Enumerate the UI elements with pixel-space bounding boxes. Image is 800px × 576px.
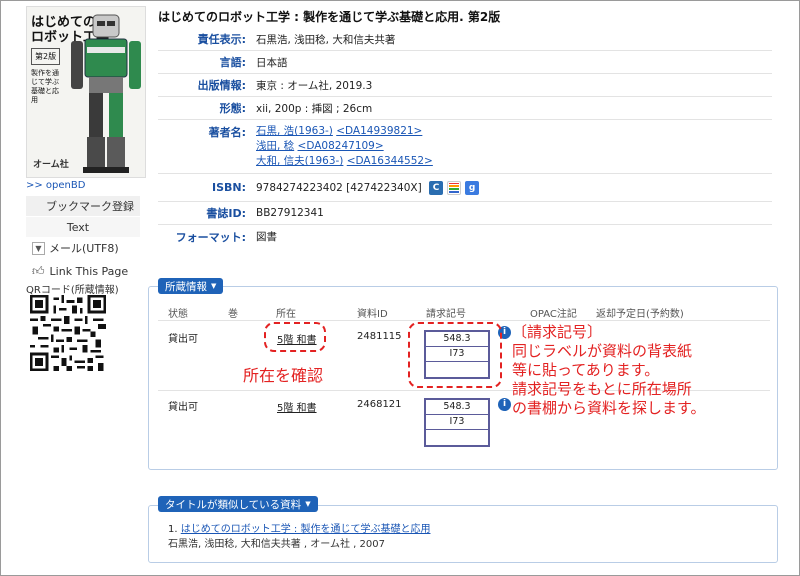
author-id-link[interactable]: <DA08247109>: [298, 140, 384, 152]
author-item: 浅田, 稔 <DA08247109>: [256, 139, 772, 154]
column-header: OPAC注記: [530, 309, 577, 320]
text-button[interactable]: Text: [26, 217, 140, 237]
author-item: 石黒, 浩(1963-) <DA14939821>: [256, 124, 772, 139]
bib-detail-table: 責任表示: 石黒浩, 浅田稔, 大和信夫共著 言語: 日本語 出版情報: 東京 …: [158, 28, 772, 248]
item-id-cell: 2468121: [357, 399, 402, 410]
author-item: 大和, 信夫(1963-) <DA16344552>: [256, 154, 772, 169]
page-title: はじめてのロボット工学 : 製作を通じて学ぶ基礎と応用. 第2版: [158, 10, 501, 24]
detail-label: 責任表示:: [197, 33, 246, 46]
call-number-note: 〔請求記号〕 同じラベルが資料の背表紙 等に貼ってあります。 請求記号をもとに所…: [512, 323, 706, 418]
location-link[interactable]: 5階 和書: [277, 399, 317, 414]
author-list: 石黒, 浩(1963-) <DA14939821> 浅田, 稔 <DA08247…: [250, 124, 772, 169]
note-line: 請求記号をもとに所在場所: [512, 380, 692, 398]
detail-row-isbn: ISBN: 9784274223402 [427422340X] C g: [158, 174, 772, 202]
calil-icon[interactable]: [447, 180, 462, 195]
similar-tab-label: タイトルが類似している資料: [165, 498, 302, 511]
detail-row-responsibility: 責任表示: 石黒浩, 浅田稔, 大和信夫共著: [158, 28, 772, 51]
author-id-link[interactable]: <DA16344552>: [347, 155, 433, 167]
cover-edition: 第2版: [31, 48, 61, 65]
holdings-tab[interactable]: 所蔵情報 ▼: [158, 278, 224, 294]
call-number-line: 548.3: [426, 400, 488, 415]
column-header: 資料ID: [357, 309, 388, 320]
detail-value: 石黒浩, 浅田稔, 大和信夫共著: [256, 33, 396, 46]
thumbs-up-icon: 👍︎: [32, 263, 45, 278]
text-label: Text: [66, 220, 90, 234]
detail-row-publication: 出版情報: 東京 : オーム社, 2019.3: [158, 74, 772, 97]
detail-label: 出版情報:: [197, 79, 246, 92]
bookmark-button[interactable]: ブックマーク登録: [26, 196, 140, 216]
call-number-line: [426, 430, 488, 445]
cover-publisher: オーム社: [33, 160, 69, 170]
detail-value: xii, 200p : 挿図 ; 26cm: [256, 102, 373, 115]
detail-value: 東京 : オーム社, 2019.3: [256, 79, 373, 92]
note-line: の書棚から資料を探します。: [512, 399, 706, 417]
chevron-down-icon: ▼: [305, 500, 311, 508]
item-id-cell: 2481115: [357, 331, 402, 342]
author-id-link[interactable]: <DA14939821>: [336, 125, 422, 137]
book-cover-image[interactable]: はじめての ロボット工学 第2版 製作を通じて学ぶ基礎と応用 オーム社: [26, 6, 146, 178]
column-header: 状態: [168, 309, 188, 320]
column-header: 所在: [276, 309, 296, 320]
mail-button[interactable]: ▼ メール(UTF8): [26, 238, 140, 258]
author-name-link[interactable]: 石黒, 浩(1963-): [256, 125, 333, 137]
isbn-value-cell: 9784274223402 [427422340X] C g: [250, 180, 772, 195]
holdings-tab-label: 所蔵情報: [165, 280, 207, 293]
location-note: 所在を確認: [243, 366, 324, 385]
google-books-icon[interactable]: g: [465, 180, 480, 195]
call-number-label: 548.3 I73: [424, 398, 490, 447]
note-line: 〔請求記号〕: [512, 323, 603, 341]
call-number-line: I73: [426, 415, 488, 430]
detail-label: ISBN:: [211, 181, 246, 194]
detail-label: 言語:: [219, 56, 246, 69]
bookmark-label: ブックマーク登録: [46, 200, 134, 213]
info-icon[interactable]: i: [498, 398, 511, 411]
detail-value: 日本語: [256, 56, 288, 69]
detail-row-bibid: 書誌ID: BB27912341: [158, 202, 772, 225]
detail-row-format: フォーマット: 図書: [158, 225, 772, 248]
detail-value: BB27912341: [256, 207, 324, 219]
detail-label: フォーマット:: [175, 230, 246, 244]
header-divider: [158, 320, 770, 321]
link-this-page-button[interactable]: 👍︎ Link This Page: [26, 261, 140, 281]
qr-code-icon: [30, 295, 106, 371]
similar-titles-tab[interactable]: タイトルが類似している資料 ▼: [158, 496, 318, 512]
similar-item-meta: 石黒浩, 浅田稔, 大和信夫共著 , オーム社 , 2007: [168, 539, 385, 550]
similar-item-index: 1.: [168, 524, 178, 535]
author-name-link[interactable]: 浅田, 稔: [256, 140, 294, 152]
similar-item: 1. はじめてのロボット工学 : 製作を通じて学ぶ基礎と応用: [168, 520, 430, 535]
note-line: 同じラベルが資料の背表紙: [512, 342, 693, 360]
location-highlight: [264, 322, 326, 352]
detail-row-authors: 著者名: 石黒, 浩(1963-) <DA14939821> 浅田, 稔 <DA…: [158, 120, 772, 174]
column-header: 巻: [228, 309, 238, 320]
openbd-link[interactable]: >> openBD: [26, 180, 85, 191]
chevron-down-icon: ▼: [32, 241, 45, 255]
isbn-value: 9784274223402 [427422340X]: [256, 181, 422, 194]
detail-label: 書誌ID:: [206, 207, 246, 220]
similar-item-title-link[interactable]: はじめてのロボット工学 : 製作を通じて学ぶ基礎と応用: [181, 524, 431, 535]
status-cell: 貸出可: [168, 334, 198, 345]
column-header: 請求記号: [426, 309, 466, 320]
qr-label: QRコード(所蔵情報): [26, 285, 119, 296]
note-line: 等に貼ってあります。: [512, 361, 660, 379]
chevron-down-icon: ▼: [211, 282, 217, 290]
column-header: 返却予定日(予約数): [596, 309, 684, 320]
detail-value: 図書: [256, 231, 277, 243]
robot-illustration-icon: [71, 14, 141, 173]
detail-label: 形態:: [219, 102, 246, 115]
isbn-service-icons: C g: [429, 180, 480, 195]
detail-row-form: 形態: xii, 200p : 挿図 ; 26cm: [158, 97, 772, 120]
status-cell: 貸出可: [168, 402, 198, 413]
cinii-icon[interactable]: C: [429, 180, 444, 195]
cover-subtitle: 製作を通じて学ぶ基礎と応用: [31, 69, 59, 104]
link-this-page-label: Link This Page: [49, 264, 129, 278]
mail-label: メール(UTF8): [49, 242, 119, 255]
detail-label: 著者名:: [208, 126, 246, 139]
call-number-highlight: [408, 322, 502, 388]
author-name-link[interactable]: 大和, 信夫(1963-): [256, 155, 343, 167]
detail-row-language: 言語: 日本語: [158, 51, 772, 74]
